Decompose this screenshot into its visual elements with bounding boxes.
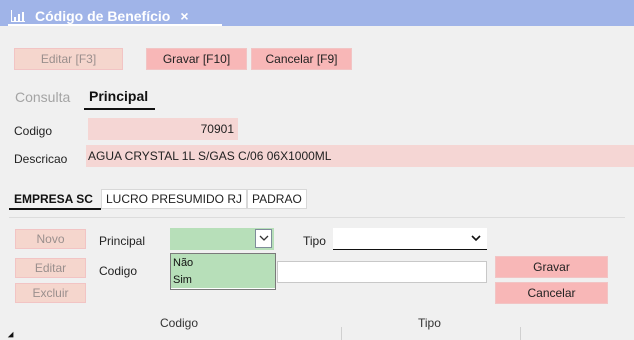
novo-button[interactable]: Novo [15,229,86,249]
option-nao[interactable]: Não [171,254,275,271]
tab-empresa-sc[interactable]: EMPRESA SC [14,189,93,209]
save-button[interactable]: Gravar [F10] [146,48,247,70]
tab-padrao[interactable]: PADRAO [247,189,307,209]
tab-principal[interactable]: Principal [89,88,148,104]
column-header-codigo[interactable]: Codigo [160,316,198,330]
option-sim[interactable]: Sim [171,271,275,288]
editar-button[interactable]: Editar [15,258,86,278]
detail-codigo-input[interactable] [277,261,487,283]
gravar-button[interactable]: Gravar [495,256,608,278]
detail-codigo-label: Codigo [99,264,138,278]
tab-empresa-sc-underline [9,208,101,210]
grid-column-divider [520,327,521,340]
cancel-button[interactable]: Cancelar [F9] [251,48,352,70]
principal-chevron[interactable] [255,229,272,248]
codigo-value: 70901 [200,122,234,136]
tab-underline [8,24,222,26]
descricao-field[interactable]: AGUA CRYSTAL 1L S/GAS C/06 06X1000ML [86,145,634,167]
close-icon[interactable]: × [180,8,188,24]
principal-dropdown: Não Sim [170,253,276,290]
chevron-down-icon [259,235,268,241]
column-header-tipo[interactable]: Tipo [418,316,441,330]
tab-title: Código de Benefício [35,7,171,24]
tab-lucro-presumido-rj[interactable]: LUCRO PRESUMIDO RJ [101,189,248,209]
edit-button[interactable]: Editar [F3] [14,48,123,70]
chart-icon [11,9,25,22]
chevron-down-icon [471,235,481,242]
tab-consulta[interactable]: Consulta [15,89,70,105]
grid-column-divider [341,327,342,340]
tab-codigo-beneficio[interactable]: Código de Benefício × [8,5,222,26]
mouse-cursor-icon [7,331,17,340]
tipo-label: Tipo [303,234,326,248]
tipo-select[interactable] [333,228,487,250]
excluir-button[interactable]: Excluir [15,283,86,303]
principal-label: Principal [99,234,146,248]
cancelar-button[interactable]: Cancelar [495,282,608,304]
codigo-field[interactable]: 70901 [88,118,238,140]
tab-principal-underline [84,108,155,110]
descricao-label: Descricao [14,152,68,166]
descricao-value: AGUA CRYSTAL 1L S/GAS C/06 06X1000ML [88,149,332,163]
section-divider [9,217,625,218]
codigo-label: Codigo [14,124,53,138]
